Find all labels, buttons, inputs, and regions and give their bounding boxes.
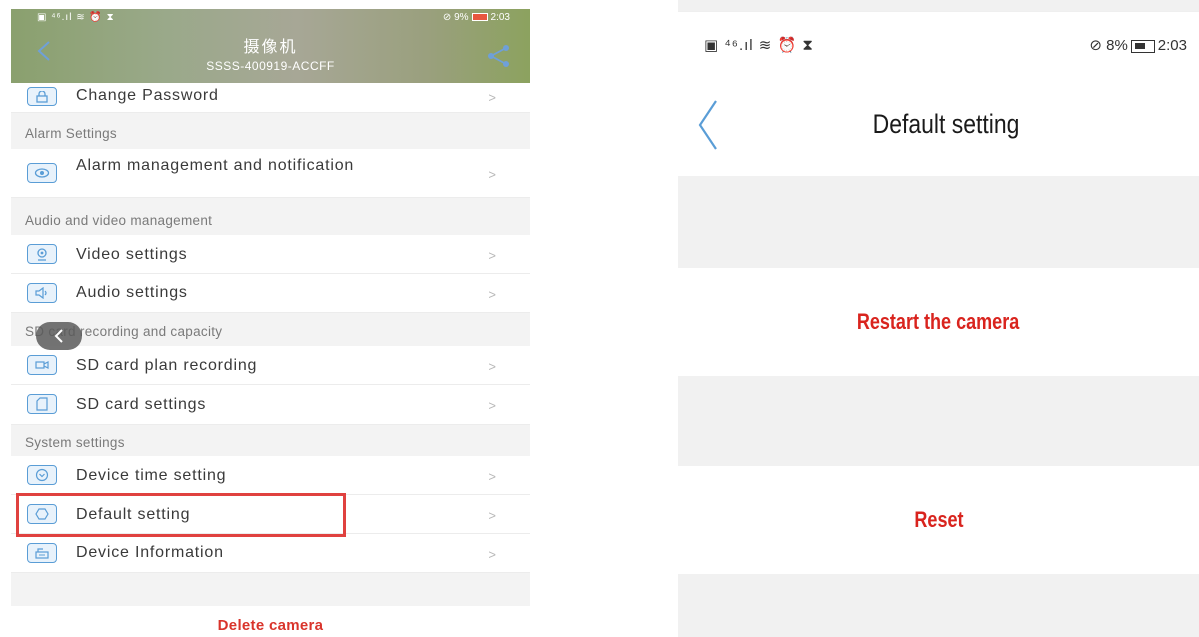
list-item-device-information[interactable]: Device Information >	[11, 534, 530, 573]
chevron-right-icon: >	[488, 547, 496, 562]
restart-camera-label: Restart the camera	[857, 309, 1020, 334]
lock-icon	[27, 87, 57, 106]
default-setting-highlight	[16, 493, 346, 537]
battery-icon	[471, 13, 488, 22]
status-right: ⊘ 8% 2:03	[1089, 36, 1187, 54]
delete-camera-button[interactable]: Delete camera	[11, 606, 530, 637]
header-bar: ▣ ⁴⁶.ıl ≋ ⏰ ⧗ ⊘ 9% 2:03 摄像机 SSSS-400919-A…	[11, 9, 530, 83]
clock-icon	[27, 465, 57, 485]
chevron-right-icon: >	[488, 287, 496, 302]
status-bar: ▣ ⁴⁶.ıl ≋ ⏰ ⧗ ⊘ 8% 2:03	[678, 11, 1199, 73]
item-label: Audio settings	[76, 284, 188, 301]
status-right: ⊘ 9% 2:03	[443, 12, 510, 23]
video-camera-icon	[27, 355, 57, 375]
device-id: SSSS-400919-ACCFF	[206, 59, 335, 73]
status-icons: ▣ ⁴⁶.ıl ≋ ⏰ ⧗	[37, 12, 115, 23]
item-label: Device Information	[76, 544, 224, 561]
battery-icon	[1130, 39, 1155, 53]
page-title: 摄像机	[243, 39, 298, 56]
status-bar: ▣ ⁴⁶.ıl ≋ ⏰ ⧗ ⊘ 9% 2:03	[11, 9, 530, 27]
reset-button[interactable]: Reset	[678, 466, 1199, 574]
camera-settings-screen: ▣ ⁴⁶.ıl ≋ ⏰ ⧗ ⊘ 9% 2:03 摄像机 SSSS-400919-A…	[11, 9, 530, 637]
chevron-right-icon: >	[488, 508, 496, 523]
mute-icon: ⊘	[1089, 37, 1102, 54]
chevron-left-icon	[54, 329, 63, 343]
default-setting-screen: ▣ ⁴⁶.ıl ≋ ⏰ ⧗ ⊘ 8% 2:03 Default setting R…	[678, 0, 1199, 637]
battery-percent: 8%	[1106, 37, 1128, 54]
item-label: SD card settings	[76, 396, 207, 413]
item-label: Device time setting	[76, 467, 227, 484]
reset-label: Reset	[913, 507, 964, 532]
section-header-system: System settings	[25, 435, 125, 450]
status-time: 2:03	[490, 12, 510, 23]
chevron-right-icon: >	[488, 90, 496, 105]
list-item-sd-card-settings[interactable]: SD card settings >	[11, 385, 530, 425]
nav-bar: Default setting	[678, 73, 1199, 176]
chevron-right-icon: >	[488, 398, 496, 413]
item-label: Alarm management and notification	[76, 157, 355, 174]
chevron-right-icon: >	[488, 359, 496, 374]
section-header-audio-video: Audio and video management	[25, 213, 213, 228]
list-item-alarm-management[interactable]: Alarm management and notification >	[11, 149, 530, 198]
battery-percent: 9%	[454, 12, 469, 23]
screenshot: ▣ ⁴⁶.ıl ≋ ⏰ ⧗ ⊘ 9% 2:03 摄像机 SSSS-400919-A…	[0, 0, 1199, 637]
eye-icon	[27, 163, 57, 183]
status-time: 2:03	[1157, 37, 1187, 54]
restart-camera-button[interactable]: Restart the camera	[678, 268, 1199, 376]
chevron-right-icon: >	[488, 167, 496, 182]
item-label: Change Password	[76, 87, 219, 104]
list-item-audio-settings[interactable]: Audio settings >	[11, 274, 530, 313]
share-icon[interactable]	[486, 43, 512, 69]
speaker-icon	[27, 283, 57, 303]
chevron-right-icon: >	[488, 248, 496, 263]
item-label: SD card plan recording	[76, 357, 258, 374]
list-item-video-settings[interactable]: Video settings >	[11, 235, 530, 274]
page-title: Default setting	[872, 109, 1020, 139]
back-arrow-icon[interactable]	[696, 99, 720, 151]
list-item-sd-card-plan-recording[interactable]: SD card plan recording >	[11, 346, 530, 385]
list-item-device-time-setting[interactable]: Device time setting >	[11, 456, 530, 495]
item-label: Video settings	[76, 246, 188, 263]
mute-icon: ⊘	[442, 12, 452, 23]
sd-card-icon	[27, 394, 57, 414]
section-header-alarm: Alarm Settings	[25, 126, 117, 141]
device-info-icon	[27, 543, 57, 563]
status-icons: ▣ ⁴⁶.ıl ≋ ⏰ ⧗	[704, 37, 814, 54]
webcam-icon	[27, 244, 57, 264]
list-item-change-password[interactable]: Change Password >	[11, 83, 530, 113]
floating-assist-button[interactable]	[36, 322, 82, 350]
chevron-right-icon: >	[488, 469, 496, 484]
